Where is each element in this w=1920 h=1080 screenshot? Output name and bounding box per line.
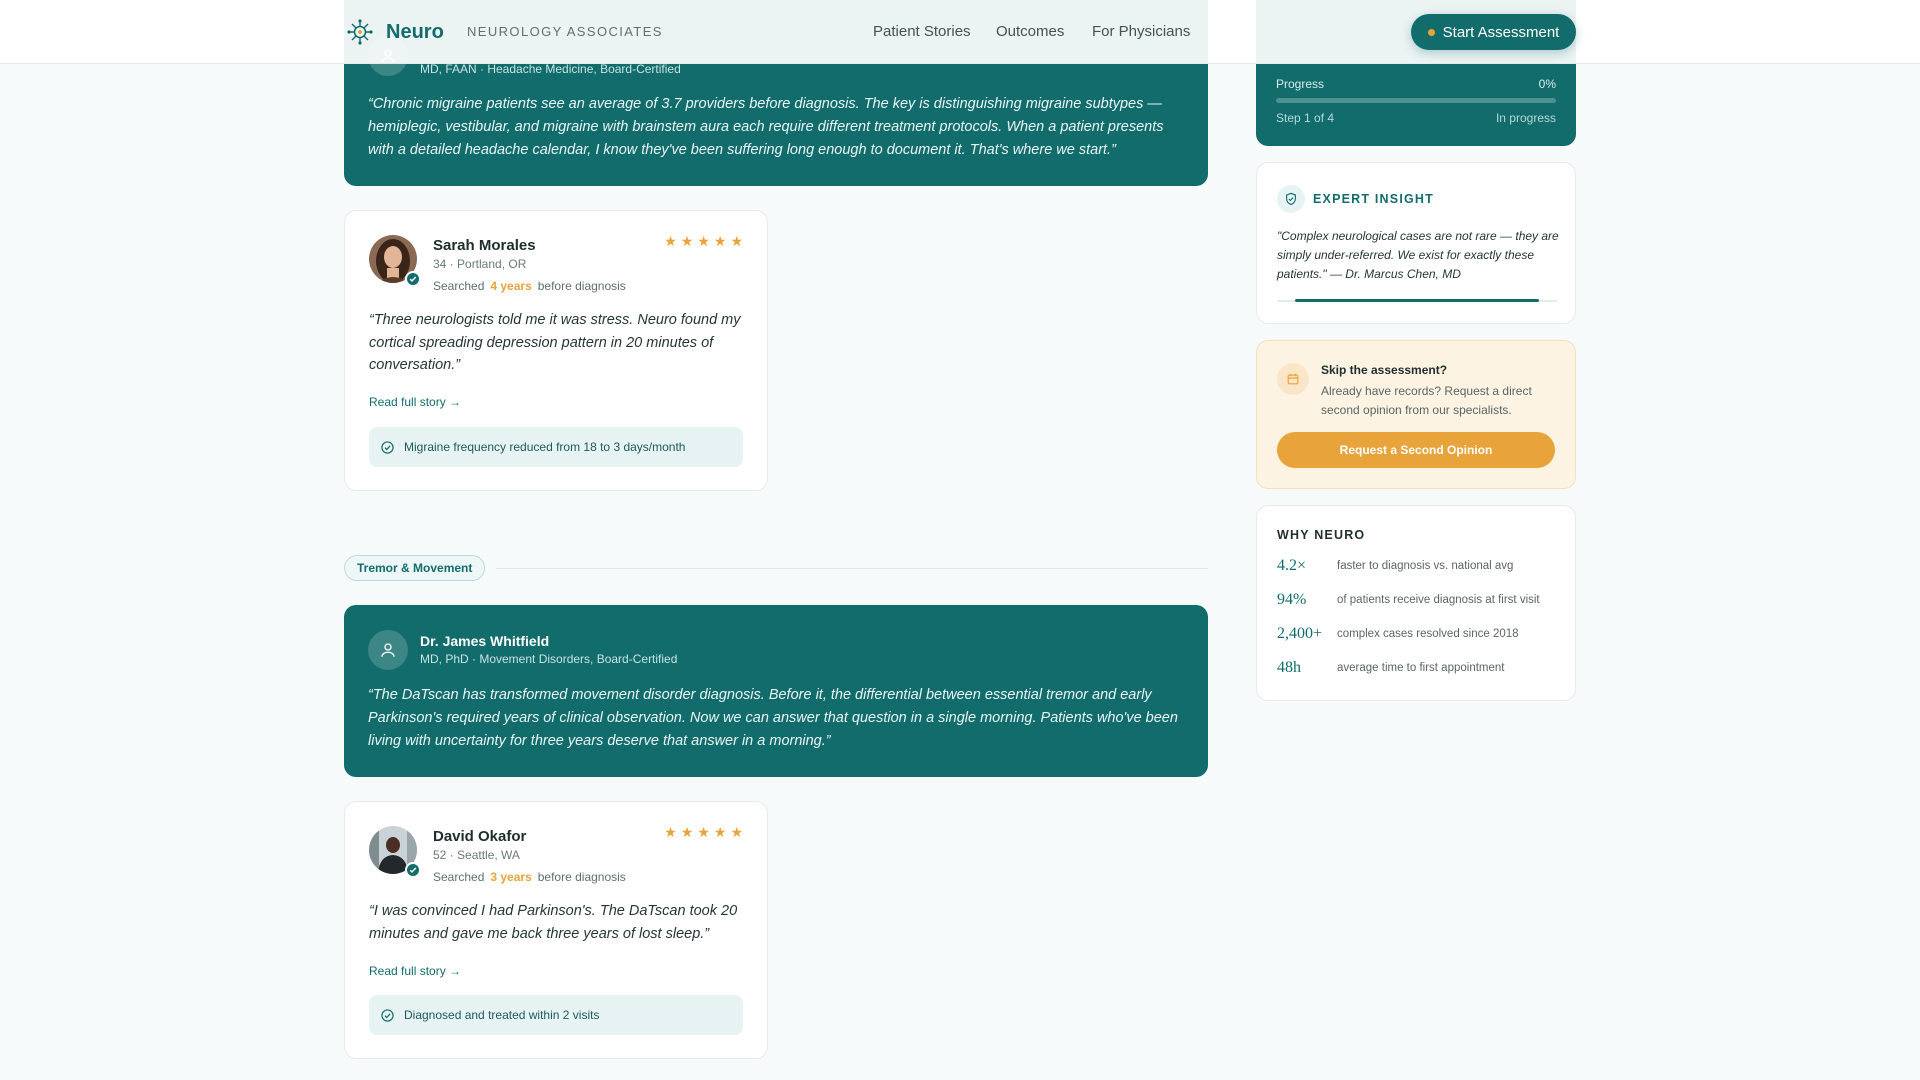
star-icon: ★ xyxy=(713,824,727,840)
doctor-name: Dr. James Whitfield xyxy=(420,633,550,649)
star-icon: ★ xyxy=(697,824,710,840)
site-header: Neuro NEUROLOGY ASSOCIATES Patient Stori… xyxy=(0,0,1920,64)
why-title: WHY NEURO xyxy=(1277,528,1366,542)
read-full-story-link[interactable]: Read full story → xyxy=(369,964,461,978)
stat-text: of patients receive diagnosis at first v… xyxy=(1337,594,1540,606)
nav-item-for-physicians[interactable]: For Physicians xyxy=(1092,23,1190,40)
star-icon: ★ xyxy=(713,233,727,249)
search-duration: Searched 4 years before diagnosis xyxy=(433,279,626,293)
stat-text: faster to diagnosis vs. national avg xyxy=(1337,560,1514,572)
star-icon: ★ xyxy=(664,824,677,840)
progress-step: Step 1 of 4 xyxy=(1276,111,1335,125)
request-second-opinion-button[interactable]: Request a Second Opinion xyxy=(1277,432,1555,468)
check-circle-icon xyxy=(381,440,394,454)
section-tag: Tremor & Movement xyxy=(344,555,486,581)
star-icon: ★ xyxy=(664,233,677,249)
skip-icon-wrap xyxy=(1277,363,1309,395)
nav-item-patient-stories[interactable]: Patient Stories xyxy=(873,23,971,40)
brand-name: Neuro xyxy=(386,20,444,43)
stat-text: average time to first appointment xyxy=(1337,662,1505,674)
stat-text: complex cases resolved since 2018 xyxy=(1337,628,1519,640)
skip-description: Already have records? Request a direct s… xyxy=(1321,384,1532,417)
patient-name: David Okafor xyxy=(433,828,527,845)
doctor-credentials: MD, FAAN · Headache Medicine, Board-Cert… xyxy=(420,62,681,76)
progress-percent: 0% xyxy=(1538,77,1556,91)
stat-value: 48h xyxy=(1277,659,1301,676)
user-icon xyxy=(381,643,395,657)
star-rating: ★ ★ ★ ★ ★ xyxy=(664,824,743,841)
progress-bar xyxy=(1276,98,1556,103)
progress-status: In progress xyxy=(1495,111,1556,125)
calendar-icon xyxy=(1287,373,1299,385)
expert-quote-card: Dr. James Whitfield MD, PhD · Movement D… xyxy=(344,605,1208,777)
outcome-badge: Diagnosed and treated within 2 visits xyxy=(369,995,743,1035)
why-stat-row: 94% of patients receive diagnosis at fir… xyxy=(1277,591,1540,609)
patient-story-card: David Okafor 52 · Seattle, WA Searched 3 … xyxy=(344,801,768,1059)
why-stat-row: 2,400+ complex cases resolved since 2018 xyxy=(1277,625,1519,643)
insight-icon-wrap xyxy=(1277,185,1305,213)
verified-badge xyxy=(405,862,421,878)
check-badge-icon xyxy=(409,867,417,873)
patient-quote: “I was convinced I had Parkinson's. The … xyxy=(369,903,738,942)
search-duration: Searched 3 years before diagnosis xyxy=(433,870,626,884)
skip-title: Skip the assessment? xyxy=(1321,363,1448,377)
patient-story-card: Sarah Morales 34 · Portland, OR Searched… xyxy=(344,210,768,491)
outcome-text: Migraine frequency reduced from 18 to 3 … xyxy=(404,440,686,454)
duration-highlight: 3 years xyxy=(490,870,532,884)
check-circle-icon xyxy=(381,1008,394,1022)
verified-badge xyxy=(405,271,421,287)
star-icon: ★ xyxy=(730,824,743,840)
insight-quote: "Complex neurological cases are not rare… xyxy=(1277,229,1559,281)
star-icon: ★ xyxy=(730,233,743,249)
status-dot xyxy=(1427,28,1435,36)
nav-item-outcomes[interactable]: Outcomes xyxy=(996,23,1064,40)
star-icon: ★ xyxy=(680,233,694,249)
patient-quote: “Three neurologists told me it was stres… xyxy=(369,312,741,373)
insight-carousel-indicator xyxy=(1295,299,1539,302)
why-neuro-card: WHY NEURO 4.2× faster to diagnosis vs. n… xyxy=(1256,505,1576,701)
brand-logo[interactable]: Neuro xyxy=(346,18,444,46)
star-icon: ★ xyxy=(697,233,710,249)
duration-highlight: 4 years xyxy=(490,279,532,293)
stat-value: 2,400+ xyxy=(1277,625,1323,642)
skip-assessment-card: Skip the assessment? Already have record… xyxy=(1256,340,1576,489)
expert-insight-card: EXPERT INSIGHT "Complex neurological cas… xyxy=(1256,162,1576,324)
read-full-story-link[interactable]: Read full story → xyxy=(369,395,461,409)
stat-value: 94% xyxy=(1277,591,1307,608)
doctor-avatar xyxy=(368,630,408,670)
doctor-quote: “Chronic migraine patients see an averag… xyxy=(368,96,1164,158)
brand-tagline: NEUROLOGY ASSOCIATES xyxy=(467,24,663,39)
why-stat-row: 4.2× faster to diagnosis vs. national av… xyxy=(1277,557,1513,575)
outcome-text: Diagnosed and treated within 2 visits xyxy=(404,1008,600,1022)
patient-name: Sarah Morales xyxy=(433,237,536,254)
stat-value: 4.2× xyxy=(1277,557,1307,574)
doctor-credentials: MD, PhD · Movement Disorders, Board-Cert… xyxy=(420,652,678,666)
progress-label: Progress xyxy=(1276,77,1325,91)
patient-meta: 34 · Portland, OR xyxy=(433,257,527,271)
patient-meta: 52 · Seattle, WA xyxy=(433,848,520,862)
star-rating: ★ ★ ★ ★ ★ xyxy=(664,233,743,250)
neuron-logo-icon xyxy=(347,19,373,45)
why-stat-row: 48h average time to first appointment xyxy=(1277,659,1504,677)
insight-title: EXPERT INSIGHT xyxy=(1313,192,1434,206)
doctor-quote: “The DaTscan has transformed movement di… xyxy=(368,687,1178,749)
outcome-badge: Migraine frequency reduced from 18 to 3 … xyxy=(369,427,743,467)
check-badge-icon xyxy=(409,276,417,282)
shield-check-icon xyxy=(1286,192,1296,206)
star-icon: ★ xyxy=(680,824,694,840)
section-divider xyxy=(496,568,1208,569)
start-assessment-button[interactable]: Start Assessment xyxy=(1411,14,1576,50)
